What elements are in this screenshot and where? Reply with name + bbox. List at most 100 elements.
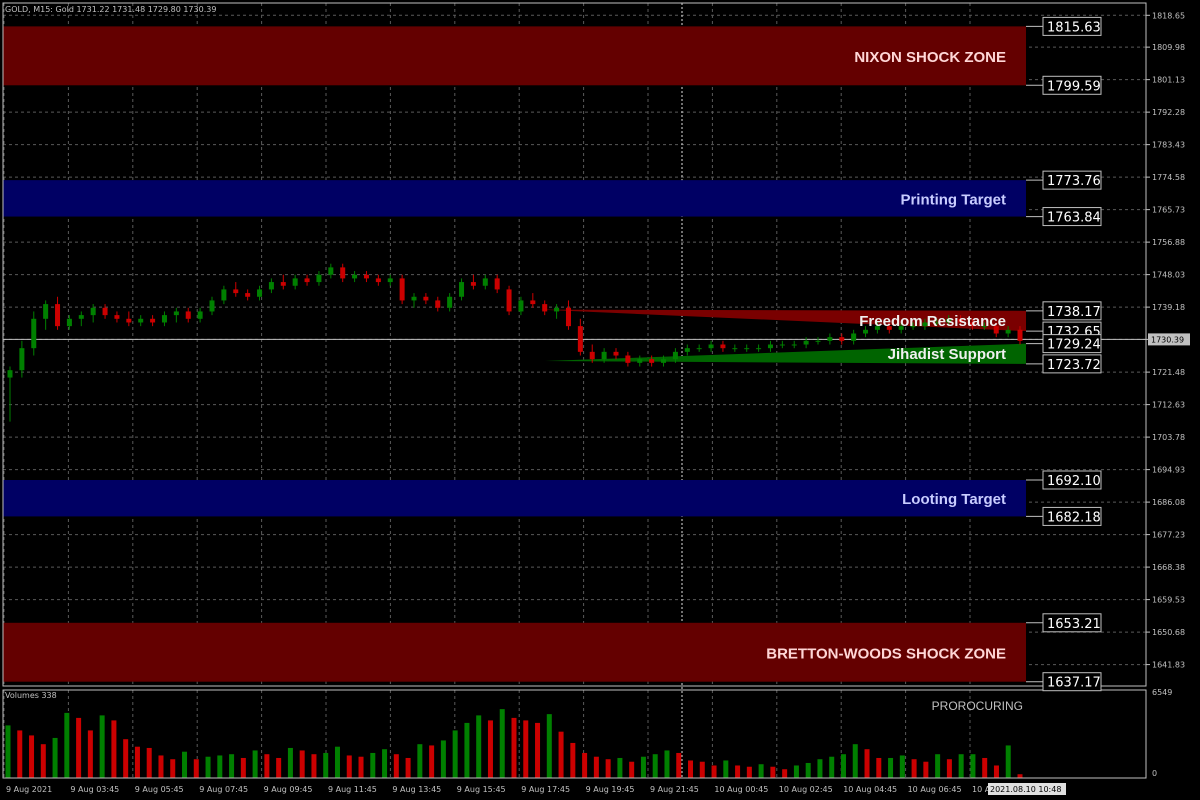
- zone-label: BRETTON-WOODS SHOCK ZONE: [766, 645, 1006, 662]
- volume-bar: [76, 717, 82, 778]
- candle-body: [1017, 329, 1023, 341]
- volume-bar: [935, 754, 941, 778]
- candle-body: [78, 315, 84, 319]
- candle-body: [126, 318, 132, 323]
- candle-body: [161, 315, 167, 323]
- candle-body: [470, 282, 476, 286]
- volume-bar: [287, 747, 293, 778]
- candle-body: [827, 337, 833, 341]
- volume-bar: [87, 730, 93, 778]
- candle-body: [506, 289, 512, 312]
- volume-bar: [417, 744, 423, 778]
- volume-bar: [864, 749, 870, 778]
- volume-bar: [276, 757, 282, 778]
- channel-label: Jihadist Support: [888, 346, 1006, 363]
- candle-body: [209, 300, 215, 312]
- price-tick-label: 1659.53: [1152, 596, 1185, 605]
- volume-bar: [923, 761, 929, 778]
- volume-bar: [382, 749, 388, 778]
- volume-bar: [546, 714, 552, 778]
- volume-bar: [52, 737, 58, 778]
- candle-body: [411, 296, 417, 301]
- time-label: 9 Aug 03:45: [70, 785, 119, 794]
- candle-body: [352, 274, 358, 279]
- candle-body: [447, 296, 453, 308]
- volume-bar: [358, 756, 364, 778]
- volume-bar: [370, 752, 376, 778]
- candle-body: [304, 278, 310, 283]
- price-tick-label: 1756.88: [1152, 238, 1185, 247]
- volume-bar: [252, 750, 258, 778]
- volume-bar: [593, 756, 599, 778]
- volume-bar: [1017, 774, 1023, 778]
- volume-bar: [782, 769, 788, 778]
- candle-body: [185, 311, 191, 319]
- price-tick-label: 1792.28: [1152, 108, 1185, 117]
- volume-bar: [393, 754, 399, 778]
- price-tick-label: 1668.38: [1152, 563, 1185, 572]
- volume-bar: [229, 754, 235, 778]
- time-label: 9 Aug 11:45: [328, 785, 377, 794]
- volume-bar: [99, 715, 105, 778]
- volume-bar: [405, 757, 411, 778]
- volume-bar: [146, 747, 152, 778]
- price-tick-label: 1739.18: [1152, 303, 1185, 312]
- volume-bar: [558, 731, 564, 778]
- candle-body: [482, 278, 488, 286]
- volume-bar: [523, 720, 529, 778]
- level-label: 1723.72: [1047, 358, 1101, 373]
- candle-body: [90, 307, 96, 316]
- volume-bar: [205, 756, 211, 778]
- volume-bar: [817, 759, 823, 778]
- volume-bar: [299, 750, 305, 778]
- price-tick-label: 1712.63: [1152, 401, 1185, 410]
- volume-bar: [711, 765, 717, 778]
- level-label: 1815.63: [1047, 20, 1101, 35]
- volume-bar: [570, 742, 576, 778]
- candle-body: [625, 355, 631, 363]
- candle-body: [138, 318, 144, 323]
- candle-body: [779, 344, 785, 346]
- volume-bar: [40, 744, 46, 778]
- volume-bar: [617, 757, 623, 778]
- volume-bar: [582, 752, 588, 778]
- candle-body: [708, 344, 714, 349]
- price-tick-label: 1818.65: [1152, 11, 1185, 20]
- candle-body: [316, 274, 322, 283]
- candle-body: [767, 344, 773, 349]
- volumes-header: Volumes 338: [5, 691, 57, 700]
- candle-body: [661, 359, 667, 363]
- candle-body: [340, 267, 346, 279]
- price-tick-label: 1721.48: [1152, 368, 1185, 377]
- volume-bar: [652, 754, 658, 778]
- zone-target: [3, 479, 1026, 517]
- candle-body: [756, 348, 762, 350]
- volume-bar: [911, 759, 917, 778]
- volume-bar: [464, 722, 470, 778]
- volume-bar: [629, 761, 635, 778]
- volume-bar: [758, 764, 764, 778]
- volume-bar: [346, 755, 352, 778]
- indicator-name: PROROCURING: [931, 699, 1023, 713]
- price-tick-label: 1703.78: [1152, 433, 1185, 442]
- candle-body: [613, 351, 619, 356]
- volume-bar: [440, 740, 446, 778]
- candle-body: [863, 329, 869, 334]
- price-tick-label: 1641.83: [1152, 661, 1185, 670]
- volume-bar: [123, 739, 129, 778]
- price-tick-label: 1677.23: [1152, 531, 1185, 540]
- time-label: 9 Aug 07:45: [199, 785, 248, 794]
- candle-body: [554, 307, 560, 312]
- volume-bar: [664, 750, 670, 778]
- volume-bar: [29, 735, 35, 778]
- volume-bar: [746, 766, 752, 778]
- volume-bar: [735, 765, 741, 778]
- candle-body: [720, 344, 726, 349]
- time-label: 10 Aug 00:45: [714, 785, 768, 794]
- crosshair-time-label: 2021.08.10 10:48: [990, 785, 1061, 794]
- price-tick-label: 1774.58: [1152, 173, 1185, 182]
- volume-bar: [134, 746, 140, 778]
- volume-bar: [217, 755, 223, 778]
- time-label: 9 Aug 13:45: [392, 785, 441, 794]
- volume-bar: [982, 757, 988, 778]
